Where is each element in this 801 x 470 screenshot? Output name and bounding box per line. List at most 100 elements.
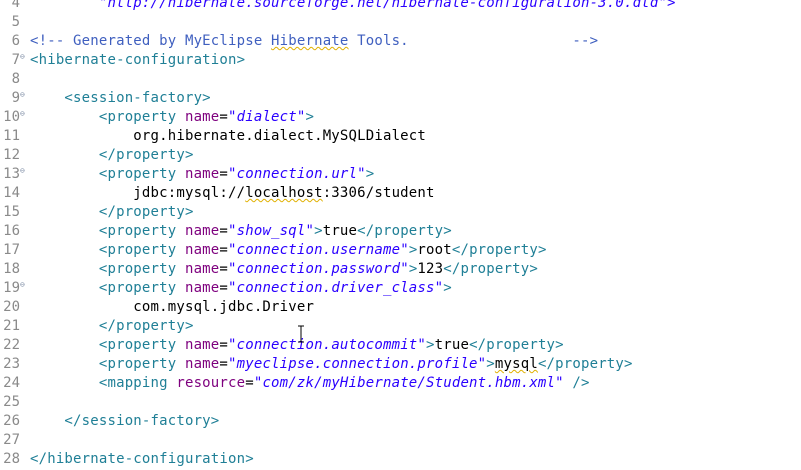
code-line[interactable]: 21 </property> [0, 317, 801, 336]
code-text[interactable]: <mapping resource="com/zk/myHibernate/St… [30, 374, 590, 393]
line-number: 17 [3, 242, 20, 258]
code-token: </property> [30, 147, 194, 163]
line-number: 25 [3, 394, 20, 410]
fold-collapse-icon[interactable]: ⊖ [20, 52, 29, 61]
code-text[interactable]: com.mysql.jdbc.Driver [30, 298, 314, 317]
code-token: "show_sql" [228, 223, 315, 239]
code-line[interactable]: 12 </property> [0, 146, 801, 165]
code-token: "http://hibernate.sourceforge.net/hibern… [30, 0, 676, 11]
code-line[interactable]: 15 </property> [0, 203, 801, 222]
code-token: name [184, 337, 220, 353]
code-line[interactable]: 9 ⊖ <session-factory> [0, 89, 801, 108]
line-number: 11 [3, 128, 20, 144]
code-line[interactable]: 25 [0, 393, 801, 412]
code-token: localhost [245, 185, 323, 201]
code-line[interactable]: 10 ⊖ <property name="dialect"> [0, 108, 801, 127]
code-line[interactable]: 5 [0, 13, 801, 32]
code-token: > [365, 166, 375, 182]
fold-collapse-icon[interactable]: ⊖ [20, 280, 29, 289]
line-number: 15 [3, 204, 20, 220]
code-token: name [184, 242, 220, 258]
code-token: = [219, 280, 229, 296]
code-line[interactable]: 7 ⊖ <hibernate-configuration> [0, 51, 801, 70]
line-number: 18 [3, 261, 20, 277]
code-text[interactable]: <property name="show_sql">true</property… [30, 222, 452, 241]
code-token: <property [30, 280, 185, 296]
code-line[interactable]: 11 org.hibernate.dialect.MySQLDialect [0, 127, 801, 146]
code-token: name [184, 223, 220, 239]
code-line[interactable]: 17 <property name="connection.username">… [0, 241, 801, 260]
code-token: <hibernate-configuration> [30, 52, 246, 68]
code-line[interactable]: 16 <property name="show_sql">true</prope… [0, 222, 801, 241]
code-line[interactable]: 14 jdbc:mysql://localhost:3306/student [0, 184, 801, 203]
code-token: </property> [357, 223, 452, 239]
code-text[interactable]: <session-factory> [30, 89, 211, 108]
code-token: = [219, 337, 229, 353]
code-token: name [184, 280, 220, 296]
line-number: 21 [3, 318, 20, 334]
code-text[interactable]: </property> [30, 146, 194, 165]
code-line[interactable]: 27 [0, 431, 801, 450]
code-token: "connection.driver_class" [228, 280, 444, 296]
code-text[interactable]: <property name="connection.driver_class"… [30, 279, 452, 298]
code-token: Hibernate [271, 33, 349, 49]
code-token: name [184, 109, 220, 125]
code-line[interactable]: 26 </session-factory> [0, 412, 801, 431]
code-text[interactable]: <hibernate-configuration> [30, 51, 245, 70]
line-number: 12 [3, 147, 20, 163]
code-line[interactable]: 8 [0, 70, 801, 89]
code-text[interactable]: <property name="dialect"> [30, 108, 314, 127]
code-line[interactable]: 6 <!-- Generated by MyEclipse Hibernate T… [0, 32, 801, 51]
code-text[interactable]: <!-- Generated by MyEclipse Hibernate To… [30, 32, 598, 51]
code-text[interactable]: </property> [30, 317, 194, 336]
text-cursor-icon [298, 325, 304, 343]
code-text[interactable]: <property name="connection.url"> [30, 165, 374, 184]
code-text[interactable]: org.hibernate.dialect.MySQLDialect [30, 127, 426, 146]
code-line[interactable]: 19 ⊖ <property name="connection.driver_cl… [0, 279, 801, 298]
line-number: 9 [11, 90, 20, 106]
code-line[interactable]: 28 </hibernate-configuration> [0, 450, 801, 469]
code-line[interactable]: 24 <mapping resource="com/zk/myHibernate… [0, 374, 801, 393]
fold-collapse-icon[interactable]: ⊖ [20, 166, 29, 175]
code-token: </property> [451, 242, 547, 258]
code-token: com.mysql.jdbc.Driver [30, 299, 315, 315]
code-text[interactable]: </hibernate-configuration> [30, 450, 254, 469]
code-token: </hibernate-configuration> [30, 451, 254, 467]
line-number: 4 [11, 0, 20, 11]
code-text[interactable]: </session-factory> [30, 412, 219, 431]
code-token: = [219, 242, 229, 258]
code-token: </property> [30, 318, 194, 334]
line-number: 16 [3, 223, 20, 239]
code-line[interactable]: 20 com.mysql.jdbc.Driver [0, 298, 801, 317]
line-number: 14 [3, 185, 20, 201]
code-token: = [245, 375, 254, 391]
code-token: <mapping [30, 375, 177, 391]
code-line[interactable]: 4 "http://hibernate.sourceforge.net/hibe… [0, 0, 801, 13]
code-token: Tools. --> [348, 33, 599, 49]
code-line[interactable]: 23 <property name="myeclipse.connection.… [0, 355, 801, 374]
code-text[interactable]: </property> [30, 203, 194, 222]
code-text[interactable]: <property name="connection.password">123… [30, 260, 538, 279]
code-text[interactable]: <property name="myeclipse.connection.pro… [30, 355, 633, 374]
line-number: 8 [11, 71, 20, 87]
code-text[interactable]: jdbc:mysql://localhost:3306/student [30, 184, 435, 203]
line-number: 24 [3, 375, 20, 391]
line-number: 6 [11, 33, 20, 49]
code-token: root [417, 242, 452, 258]
code-text[interactable]: "http://hibernate.sourceforge.net/hibern… [30, 0, 676, 13]
code-text[interactable]: <property name="connection.username">roo… [30, 241, 547, 260]
fold-collapse-icon[interactable]: ⊖ [20, 109, 29, 118]
code-token: "com/zk/myHibernate/Student.hbm.xml" [253, 375, 564, 391]
code-line[interactable]: 13 ⊖ <property name="connection.url"> [0, 165, 801, 184]
code-line[interactable]: 22 <property name="connection.autocommit… [0, 336, 801, 355]
code-token: name [184, 356, 220, 372]
code-token: true [322, 223, 358, 239]
line-number: 22 [3, 337, 20, 353]
code-editor[interactable]: 4 "http://hibernate.sourceforge.net/hibe… [0, 0, 801, 470]
code-line[interactable]: 18 <property name="connection.password">… [0, 260, 801, 279]
code-token: "connection.autocommit" [228, 337, 427, 353]
code-token: = [219, 261, 229, 277]
line-number: 13 [3, 166, 20, 182]
code-token: /> [563, 375, 590, 391]
fold-collapse-icon[interactable]: ⊖ [20, 90, 29, 99]
